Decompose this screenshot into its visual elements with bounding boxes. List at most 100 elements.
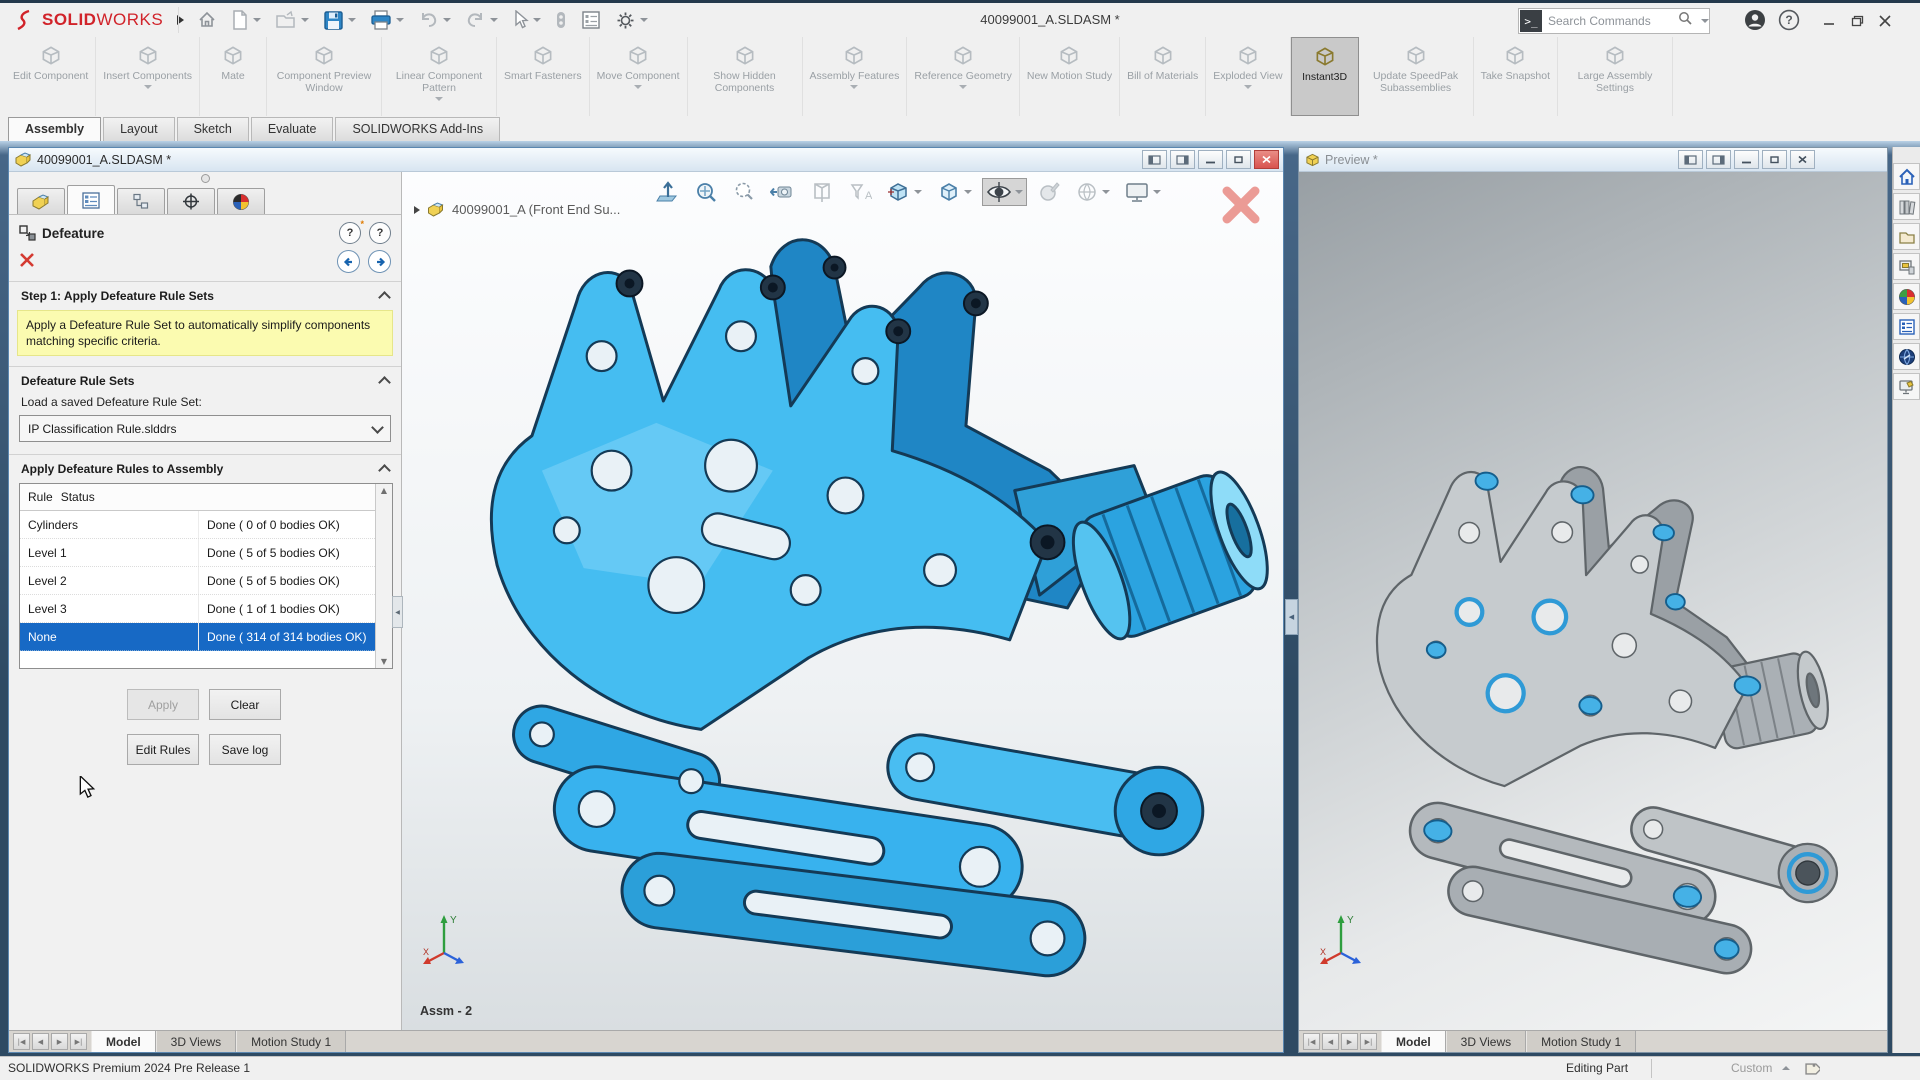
ribbon-button[interactable]: Smart Fasteners — [497, 37, 590, 116]
new-document-icon[interactable] — [227, 7, 265, 33]
ribbon-button[interactable]: Edit Component — [6, 37, 96, 116]
table-scrollbar[interactable]: ▲ ▼ — [375, 484, 392, 668]
table-row[interactable]: Level 2 Done ( 5 of 5 bodies OK) — [20, 567, 375, 595]
home-icon[interactable] — [1893, 163, 1920, 190]
close-document-icon[interactable] — [1254, 150, 1279, 169]
ribbon-dropdown-icon[interactable] — [144, 85, 152, 89]
dock-pane-left-icon[interactable] — [1678, 150, 1703, 169]
tab-appearances[interactable] — [217, 188, 265, 214]
table-column-header[interactable]: Status — [53, 484, 375, 510]
help-circle-icon[interactable]: ? — [369, 222, 391, 244]
ruleset-select[interactable]: IP Classification Rule.slddrs — [19, 415, 391, 442]
ribbon-button[interactable]: Component Preview Window — [267, 37, 382, 116]
design-library-icon[interactable] — [1893, 193, 1920, 220]
command-tab[interactable]: Sketch — [177, 117, 249, 141]
cancel-button[interactable] — [19, 252, 35, 271]
restore-document-icon[interactable] — [1226, 150, 1251, 169]
save-icon[interactable] — [319, 7, 360, 33]
minimize-document-icon[interactable] — [1734, 150, 1759, 169]
minimize-window-icon[interactable] — [1822, 15, 1836, 30]
document-tab[interactable]: Motion Study 1 — [1526, 1031, 1636, 1052]
apply-button[interactable]: Apply — [127, 689, 199, 720]
file-explorer-icon[interactable] — [1893, 223, 1920, 250]
ribbon-button[interactable]: Update SpeedPak Subassemblies — [1359, 37, 1474, 116]
breadcrumb[interactable]: 40099001_A (Front End Su... — [414, 202, 620, 217]
appearances-scenes-icon[interactable] — [1893, 283, 1920, 310]
panel-collapse-icon[interactable]: ◀ — [392, 596, 403, 628]
apply-rules-section-header[interactable]: Apply Defeature Rules to Assembly — [9, 455, 401, 481]
step1-section-header[interactable]: Step 1: Apply Defeature Rule Sets — [9, 282, 401, 308]
splitter-handle-icon[interactable]: ◀ — [1285, 599, 1298, 635]
table-row[interactable]: None Done ( 314 of 314 bodies OK) — [20, 623, 375, 651]
search-icon[interactable] — [1678, 11, 1693, 31]
options-icon[interactable] — [611, 7, 652, 33]
dock-pane-right-icon[interactable] — [1706, 150, 1731, 169]
prev-tab-icon[interactable]: ◀ — [32, 1033, 49, 1050]
minimize-document-icon[interactable] — [1198, 150, 1223, 169]
view-palette-icon[interactable] — [1893, 253, 1920, 280]
open-icon[interactable] — [271, 7, 313, 33]
dock-pane-left-icon[interactable] — [1142, 150, 1167, 169]
tab-property-manager[interactable] — [67, 185, 115, 214]
tab-feature-manager[interactable] — [17, 188, 65, 214]
ribbon-button[interactable]: Reference Geometry — [907, 37, 1019, 116]
command-tab[interactable]: Layout — [103, 117, 175, 141]
custom-properties-icon[interactable] — [1893, 313, 1920, 340]
window-splitter[interactable]: ◀ — [1284, 147, 1298, 1053]
view-orientation-icon[interactable] — [882, 178, 926, 206]
scroll-down-icon[interactable]: ▼ — [381, 657, 387, 666]
ribbon-button[interactable]: Show Hidden Components — [688, 37, 803, 116]
tab-configuration-manager[interactable] — [117, 188, 165, 214]
print-icon[interactable] — [366, 7, 408, 33]
search-input[interactable]: Search Commands — [1548, 14, 1674, 28]
ribbon-dropdown-icon[interactable] — [634, 85, 642, 89]
table-row[interactable]: Level 1 Done ( 5 of 5 bodies OK) — [20, 539, 375, 567]
close-document-icon[interactable] — [1790, 150, 1815, 169]
configuration-selector[interactable]: Custom — [1731, 1061, 1790, 1075]
next-tab-icon[interactable]: ▶ — [51, 1033, 68, 1050]
restore-window-icon[interactable] — [1850, 15, 1864, 30]
table-row[interactable]: Cylinders Done ( 0 of 0 bodies OK) — [20, 511, 375, 539]
graphics-viewport[interactable]: 40099001_A (Front End Su... A — [402, 172, 1283, 1030]
first-tab-icon[interactable]: |◀ — [13, 1033, 30, 1050]
zoom-to-fit-icon[interactable] — [652, 178, 684, 206]
ribbon-button[interactable]: Linear Component Pattern — [382, 37, 497, 116]
prev-tab-icon[interactable]: ◀ — [1322, 1033, 1339, 1050]
user-account-icon[interactable] — [1744, 9, 1766, 36]
scroll-up-icon[interactable]: ▲ — [381, 486, 387, 495]
home-icon[interactable] — [193, 7, 221, 33]
ribbon-dropdown-icon[interactable] — [1244, 85, 1252, 89]
document-tab[interactable]: 3D Views — [156, 1031, 236, 1052]
command-tab[interactable]: Evaluate — [251, 117, 334, 141]
ribbon-button[interactable]: Mate — [200, 37, 267, 116]
table-row[interactable]: Level 3 Done ( 1 of 1 bodies OK) — [20, 595, 375, 623]
document-tab[interactable]: Model — [1381, 1031, 1446, 1052]
edit-rules-button[interactable]: Edit Rules — [127, 734, 199, 765]
ribbon-button[interactable]: Instant3D — [1291, 37, 1359, 116]
undo-icon[interactable] — [414, 7, 455, 33]
hide-show-items-icon[interactable] — [982, 178, 1027, 206]
ribbon-button[interactable]: Assembly Features — [803, 37, 908, 116]
ribbon-button[interactable]: Bill of Materials — [1120, 37, 1206, 116]
assembly-3d-model[interactable] — [402, 172, 1283, 1030]
ribbon-button[interactable]: Large Assembly Settings — [1558, 37, 1673, 116]
solidworks-resources-icon[interactable] — [1893, 373, 1920, 400]
document-tab[interactable]: 3D Views — [1446, 1031, 1526, 1052]
first-tab-icon[interactable]: |◀ — [1303, 1033, 1320, 1050]
magnifier-icon[interactable] — [728, 178, 760, 206]
document-window-titlebar[interactable]: 40099001_A.SLDASM * — [9, 148, 1283, 172]
previous-view-icon[interactable] — [766, 178, 800, 206]
next-button[interactable] — [368, 250, 391, 273]
ribbon-button[interactable]: Take Snapshot — [1474, 37, 1558, 116]
close-window-icon[interactable] — [1878, 15, 1892, 30]
ribbon-dropdown-icon[interactable] — [850, 85, 858, 89]
ribbon-dropdown-icon[interactable] — [959, 85, 967, 89]
command-tab[interactable]: SOLIDWORKS Add-Ins — [335, 117, 500, 141]
document-tab[interactable]: Model — [91, 1031, 156, 1052]
preview-3d-model[interactable] — [1299, 172, 1887, 1030]
next-tab-icon[interactable]: ▶ — [1341, 1033, 1358, 1050]
view-settings-icon[interactable] — [1120, 178, 1165, 206]
breadcrumb-expand-icon[interactable] — [414, 206, 420, 214]
tab-dimxpert-manager[interactable] — [167, 188, 215, 214]
tags-icon[interactable] — [1802, 1060, 1820, 1080]
